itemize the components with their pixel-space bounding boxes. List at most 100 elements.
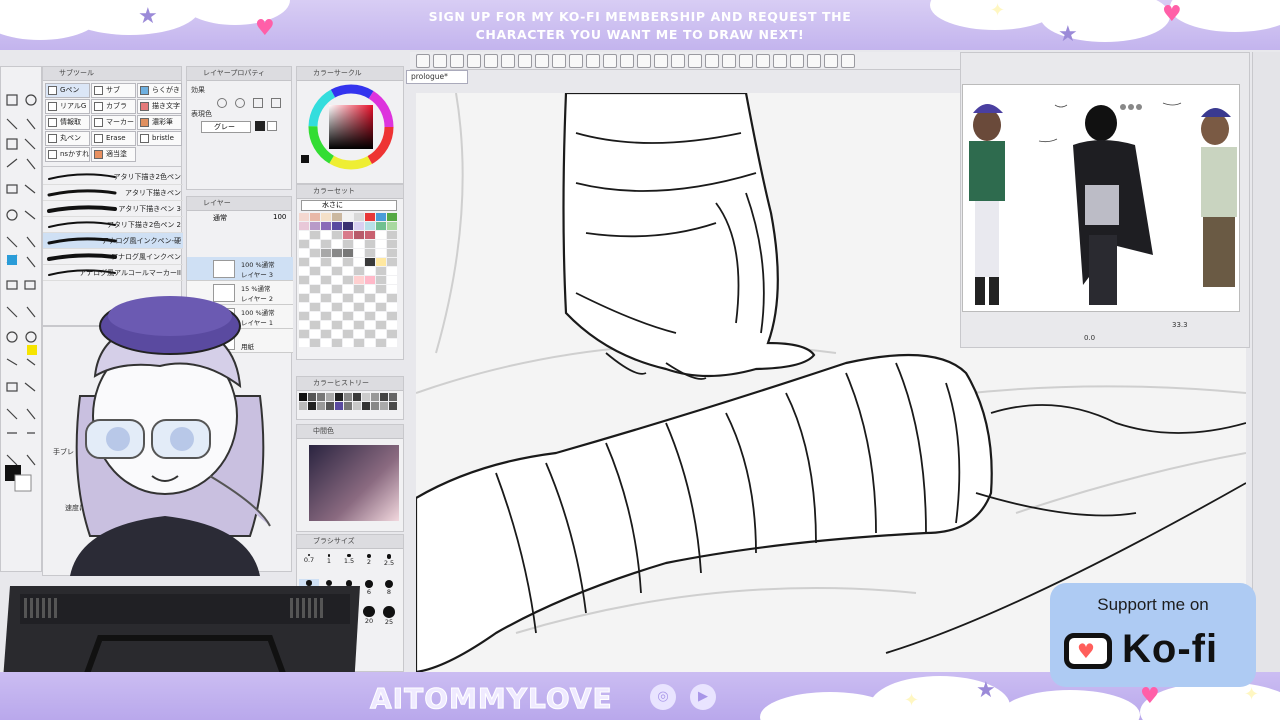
history-swatch[interactable] <box>371 402 379 410</box>
color-swatch[interactable] <box>343 330 353 338</box>
canvas-tab[interactable]: prologue* <box>406 70 468 84</box>
color-swatch[interactable] <box>332 231 342 239</box>
subtool-item[interactable]: リアルG <box>45 99 90 114</box>
subtool-item[interactable]: Gペン <box>45 83 90 98</box>
color-swatch[interactable] <box>332 276 342 284</box>
toolbar-button[interactable] <box>552 54 566 68</box>
toolbar-button[interactable] <box>433 54 447 68</box>
color-swatch[interactable] <box>332 285 342 293</box>
color-swatch[interactable] <box>321 222 331 230</box>
history-swatch[interactable] <box>380 393 388 401</box>
color-swatch[interactable] <box>321 285 331 293</box>
instagram-icon[interactable]: ◎ <box>650 684 676 710</box>
color-swatch[interactable] <box>365 339 375 347</box>
toolbar-button[interactable] <box>467 54 481 68</box>
color-swatch[interactable] <box>299 276 309 284</box>
subtool-item[interactable]: Erase <box>91 131 136 146</box>
color-swatch[interactable] <box>365 249 375 257</box>
color-swatch[interactable] <box>365 276 375 284</box>
toolbar-button[interactable] <box>739 54 753 68</box>
color-swatch[interactable] <box>387 267 397 275</box>
color-swatch[interactable] <box>321 294 331 302</box>
color-swatch[interactable] <box>365 312 375 320</box>
subtool-item[interactable]: bristle <box>137 131 182 146</box>
color-swatch[interactable] <box>387 258 397 266</box>
color-swatch[interactable] <box>321 330 331 338</box>
color-swatch[interactable] <box>299 294 309 302</box>
main-color-chip[interactable] <box>255 121 265 131</box>
color-swatch[interactable] <box>354 231 364 239</box>
color-swatch[interactable] <box>365 213 375 221</box>
color-swatch[interactable] <box>376 249 386 257</box>
color-swatch[interactable] <box>365 321 375 329</box>
color-swatch[interactable] <box>343 231 353 239</box>
color-swatch[interactable] <box>310 285 320 293</box>
subtool-item[interactable]: サブ <box>91 83 136 98</box>
expression-color-select[interactable]: グレー <box>201 121 251 133</box>
history-swatch[interactable] <box>299 393 307 401</box>
color-swatch[interactable] <box>387 249 397 257</box>
color-swatch[interactable] <box>299 330 309 338</box>
color-swatch[interactable] <box>365 222 375 230</box>
toolbar-button[interactable] <box>637 54 651 68</box>
history-swatch[interactable] <box>344 393 352 401</box>
color-set-select[interactable]: 水さに <box>301 200 397 211</box>
history-swatch[interactable] <box>353 402 361 410</box>
color-swatch[interactable] <box>354 240 364 248</box>
color-swatch[interactable] <box>343 240 353 248</box>
history-swatch[interactable] <box>317 402 325 410</box>
brush-list-item[interactable]: アナログ風インクペン <box>43 249 183 265</box>
color-swatch[interactable] <box>354 312 364 320</box>
color-swatch[interactable] <box>321 249 331 257</box>
color-swatch[interactable] <box>376 339 386 347</box>
history-swatch[interactable] <box>371 393 379 401</box>
toolbar-button[interactable] <box>501 54 515 68</box>
color-swatch[interactable] <box>299 321 309 329</box>
color-swatch[interactable] <box>343 249 353 257</box>
color-swatch[interactable] <box>343 267 353 275</box>
color-swatch[interactable] <box>332 303 342 311</box>
toolbar-button[interactable] <box>722 54 736 68</box>
brush-size-option[interactable]: 2.5 <box>379 553 399 575</box>
color-swatch[interactable] <box>387 330 397 338</box>
toolbar-button[interactable] <box>518 54 532 68</box>
color-swatch[interactable] <box>343 321 353 329</box>
brush-list-item[interactable]: アタリ下描き2色ペン 2 <box>43 217 183 233</box>
color-swatch[interactable] <box>310 312 320 320</box>
toolbar-button[interactable] <box>824 54 838 68</box>
color-swatch[interactable] <box>332 267 342 275</box>
color-swatch[interactable] <box>365 330 375 338</box>
color-swatch[interactable] <box>387 276 397 284</box>
color-swatch[interactable] <box>310 294 320 302</box>
toolbar-button[interactable] <box>450 54 464 68</box>
color-swatch[interactable] <box>321 303 331 311</box>
brush-size-option[interactable]: 0.7 <box>299 553 319 575</box>
color-swatch[interactable] <box>321 213 331 221</box>
history-swatch[interactable] <box>380 402 388 410</box>
color-swatch[interactable] <box>343 339 353 347</box>
kofi-support-badge[interactable]: Support me on ♥ Ko-fi <box>1050 583 1256 687</box>
color-swatch[interactable] <box>332 258 342 266</box>
history-swatch[interactable] <box>335 402 343 410</box>
color-swatch[interactable] <box>332 330 342 338</box>
subtool-item[interactable]: 情報取 <box>45 115 90 130</box>
color-wheel[interactable] <box>297 81 405 185</box>
color-swatch[interactable] <box>376 258 386 266</box>
color-swatch[interactable] <box>299 258 309 266</box>
color-swatch[interactable] <box>310 231 320 239</box>
toolbar-button[interactable] <box>807 54 821 68</box>
subtool-item[interactable]: マーカー <box>91 115 136 130</box>
brush-size-option[interactable]: 2 <box>359 553 379 575</box>
color-swatch[interactable] <box>354 294 364 302</box>
color-swatch[interactable] <box>343 285 353 293</box>
toolbar-button[interactable] <box>620 54 634 68</box>
color-swatch[interactable] <box>387 231 397 239</box>
color-swatch[interactable] <box>343 294 353 302</box>
color-swatch[interactable] <box>343 303 353 311</box>
brush-size-option[interactable]: 1 <box>319 553 339 575</box>
reference-angle-value[interactable]: 0.0 <box>1084 334 1095 342</box>
color-swatch[interactable] <box>354 303 364 311</box>
color-swatch[interactable] <box>387 339 397 347</box>
color-history-swatches[interactable] <box>299 393 397 410</box>
toolbar-button[interactable] <box>569 54 583 68</box>
